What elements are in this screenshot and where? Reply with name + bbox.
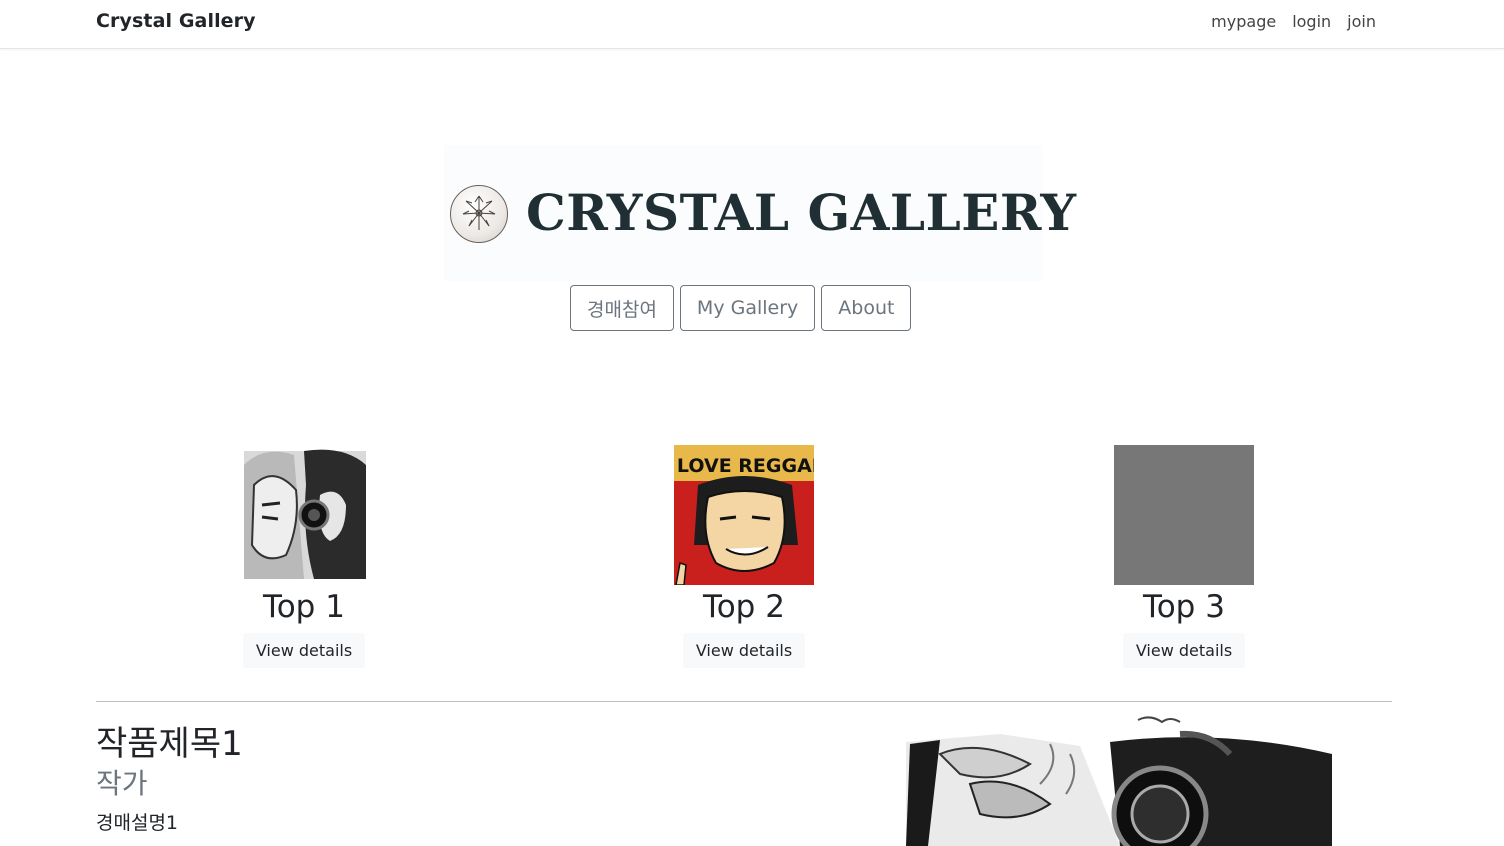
top-item-2: I LOVE REGGAE Top 2 View details [674,445,814,668]
top-item-1: Top 1 View details [234,445,374,668]
featured-artwork-image [880,714,1340,846]
top-3-view-details-button[interactable]: View details [1122,633,1246,668]
brand-link[interactable]: Crystal Gallery [96,10,256,32]
nav-login-link[interactable]: login [1292,12,1331,31]
featured-description: 경매설명1 [96,812,179,834]
about-button[interactable]: About [821,285,912,331]
top-1-view-details-button[interactable]: View details [242,633,366,668]
featured-artist: 작가 [96,767,148,800]
top-item-3: Top 3 View details [1114,445,1254,668]
top-3-title: Top 3 [1143,589,1225,625]
featured-title: 작품제목1 [96,724,243,764]
my-gallery-button[interactable]: My Gallery [679,285,816,331]
top-2-view-details-button[interactable]: View details [682,633,806,668]
auction-join-button[interactable]: 경매참여 [570,285,674,331]
reggae-caption: I LOVE REGGAE [674,455,814,477]
i-love-reggae-image[interactable]: I LOVE REGGAE [674,445,814,585]
crystal-flower-logo-icon [450,185,508,243]
placeholder-gray-image[interactable] [1114,445,1254,585]
top-1-title: Top 1 [263,589,345,625]
hero-button-row: 경매참여 My Gallery About [570,285,912,331]
nav-links: mypage login join [1211,12,1376,31]
top-2-title: Top 2 [703,589,785,625]
hero-title: CRYSTAL GALLERY [526,183,1077,242]
section-divider [96,701,1392,702]
top-navbar: Crystal Gallery mypage login join [0,0,1504,49]
hero-banner: CRYSTAL GALLERY [444,145,1076,281]
nav-join-link[interactable]: join [1347,12,1376,31]
nav-mypage-link[interactable]: mypage [1211,12,1276,31]
sketch-portrait-image[interactable] [234,445,374,585]
